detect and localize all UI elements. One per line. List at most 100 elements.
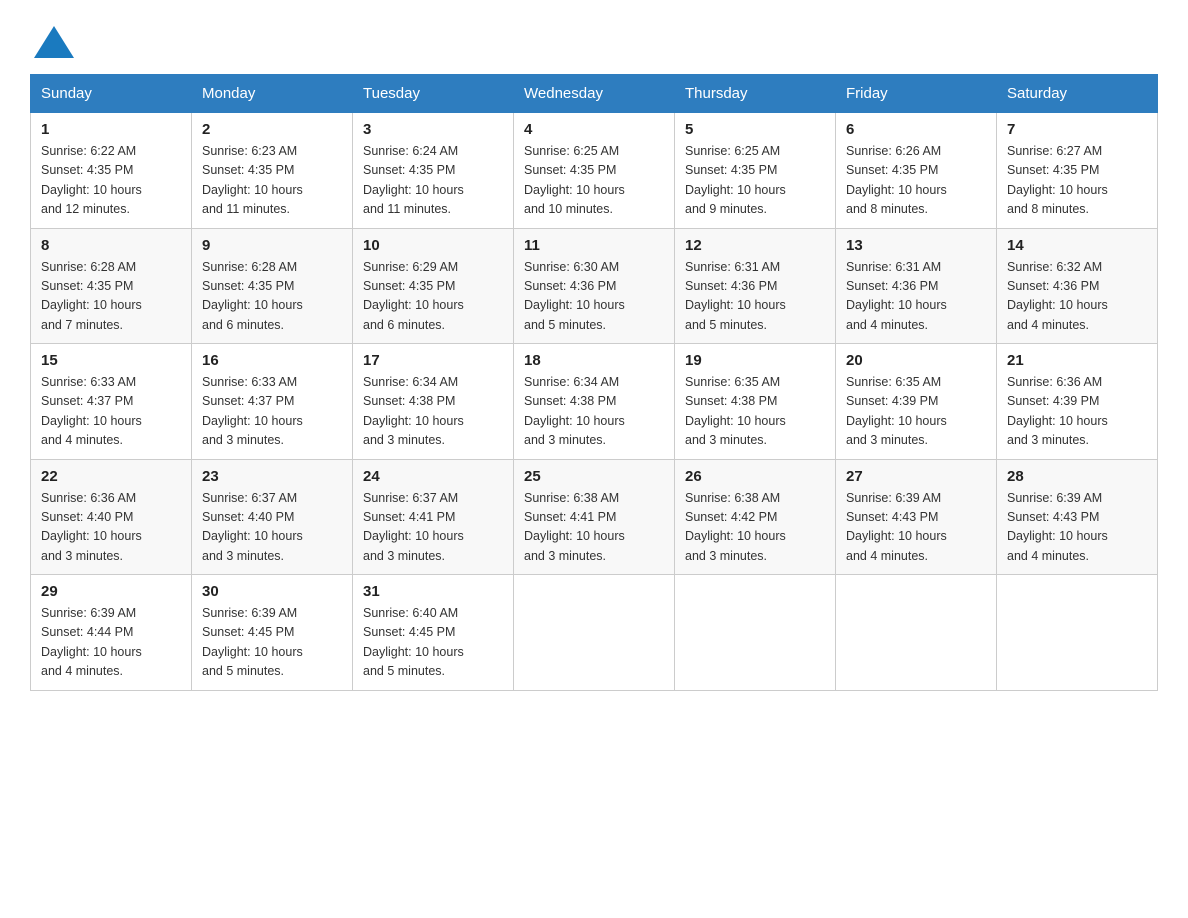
column-header-saturday: Saturday bbox=[997, 75, 1158, 113]
day-info: Sunrise: 6:38 AMSunset: 4:41 PMDaylight:… bbox=[524, 491, 625, 563]
calendar-cell: 28 Sunrise: 6:39 AMSunset: 4:43 PMDaylig… bbox=[997, 459, 1158, 575]
column-header-monday: Monday bbox=[192, 75, 353, 113]
day-number: 22 bbox=[41, 468, 181, 485]
calendar-cell: 1 Sunrise: 6:22 AMSunset: 4:35 PMDayligh… bbox=[31, 113, 192, 229]
day-number: 6 bbox=[846, 121, 986, 138]
day-info: Sunrise: 6:38 AMSunset: 4:42 PMDaylight:… bbox=[685, 491, 786, 563]
calendar-cell: 7 Sunrise: 6:27 AMSunset: 4:35 PMDayligh… bbox=[997, 113, 1158, 229]
day-info: Sunrise: 6:24 AMSunset: 4:35 PMDaylight:… bbox=[363, 144, 464, 216]
calendar-week-row: 1 Sunrise: 6:22 AMSunset: 4:35 PMDayligh… bbox=[31, 113, 1158, 229]
calendar-cell: 21 Sunrise: 6:36 AMSunset: 4:39 PMDaylig… bbox=[997, 344, 1158, 460]
day-info: Sunrise: 6:31 AMSunset: 4:36 PMDaylight:… bbox=[846, 260, 947, 332]
logo-triangle-icon bbox=[32, 24, 76, 60]
day-info: Sunrise: 6:36 AMSunset: 4:39 PMDaylight:… bbox=[1007, 375, 1108, 447]
calendar-cell: 6 Sunrise: 6:26 AMSunset: 4:35 PMDayligh… bbox=[836, 113, 997, 229]
calendar-cell: 13 Sunrise: 6:31 AMSunset: 4:36 PMDaylig… bbox=[836, 228, 997, 344]
calendar-cell: 2 Sunrise: 6:23 AMSunset: 4:35 PMDayligh… bbox=[192, 113, 353, 229]
calendar-cell: 26 Sunrise: 6:38 AMSunset: 4:42 PMDaylig… bbox=[675, 459, 836, 575]
calendar-cell: 10 Sunrise: 6:29 AMSunset: 4:35 PMDaylig… bbox=[353, 228, 514, 344]
day-info: Sunrise: 6:23 AMSunset: 4:35 PMDaylight:… bbox=[202, 144, 303, 216]
day-info: Sunrise: 6:27 AMSunset: 4:35 PMDaylight:… bbox=[1007, 144, 1108, 216]
day-info: Sunrise: 6:35 AMSunset: 4:38 PMDaylight:… bbox=[685, 375, 786, 447]
day-number: 9 bbox=[202, 237, 342, 254]
calendar-cell: 25 Sunrise: 6:38 AMSunset: 4:41 PMDaylig… bbox=[514, 459, 675, 575]
calendar-cell: 16 Sunrise: 6:33 AMSunset: 4:37 PMDaylig… bbox=[192, 344, 353, 460]
column-header-wednesday: Wednesday bbox=[514, 75, 675, 113]
calendar-week-row: 15 Sunrise: 6:33 AMSunset: 4:37 PMDaylig… bbox=[31, 344, 1158, 460]
calendar-cell: 27 Sunrise: 6:39 AMSunset: 4:43 PMDaylig… bbox=[836, 459, 997, 575]
calendar-week-row: 8 Sunrise: 6:28 AMSunset: 4:35 PMDayligh… bbox=[31, 228, 1158, 344]
calendar-table: SundayMondayTuesdayWednesdayThursdayFrid… bbox=[30, 74, 1158, 691]
calendar-week-row: 29 Sunrise: 6:39 AMSunset: 4:44 PMDaylig… bbox=[31, 575, 1158, 691]
day-info: Sunrise: 6:34 AMSunset: 4:38 PMDaylight:… bbox=[363, 375, 464, 447]
day-number: 30 bbox=[202, 583, 342, 600]
day-number: 7 bbox=[1007, 121, 1147, 138]
day-info: Sunrise: 6:35 AMSunset: 4:39 PMDaylight:… bbox=[846, 375, 947, 447]
calendar-cell: 29 Sunrise: 6:39 AMSunset: 4:44 PMDaylig… bbox=[31, 575, 192, 691]
calendar-cell: 22 Sunrise: 6:36 AMSunset: 4:40 PMDaylig… bbox=[31, 459, 192, 575]
calendar-cell: 4 Sunrise: 6:25 AMSunset: 4:35 PMDayligh… bbox=[514, 113, 675, 229]
day-number: 19 bbox=[685, 352, 825, 369]
day-info: Sunrise: 6:32 AMSunset: 4:36 PMDaylight:… bbox=[1007, 260, 1108, 332]
calendar-cell: 17 Sunrise: 6:34 AMSunset: 4:38 PMDaylig… bbox=[353, 344, 514, 460]
day-number: 27 bbox=[846, 468, 986, 485]
day-number: 14 bbox=[1007, 237, 1147, 254]
column-header-thursday: Thursday bbox=[675, 75, 836, 113]
day-number: 13 bbox=[846, 237, 986, 254]
day-number: 11 bbox=[524, 237, 664, 254]
day-info: Sunrise: 6:28 AMSunset: 4:35 PMDaylight:… bbox=[41, 260, 142, 332]
day-info: Sunrise: 6:33 AMSunset: 4:37 PMDaylight:… bbox=[202, 375, 303, 447]
day-info: Sunrise: 6:33 AMSunset: 4:37 PMDaylight:… bbox=[41, 375, 142, 447]
day-info: Sunrise: 6:39 AMSunset: 4:43 PMDaylight:… bbox=[1007, 491, 1108, 563]
calendar-cell: 5 Sunrise: 6:25 AMSunset: 4:35 PMDayligh… bbox=[675, 113, 836, 229]
day-info: Sunrise: 6:39 AMSunset: 4:44 PMDaylight:… bbox=[41, 606, 142, 678]
day-info: Sunrise: 6:28 AMSunset: 4:35 PMDaylight:… bbox=[202, 260, 303, 332]
calendar-cell: 20 Sunrise: 6:35 AMSunset: 4:39 PMDaylig… bbox=[836, 344, 997, 460]
logo-general-row bbox=[30, 24, 76, 60]
calendar-cell: 18 Sunrise: 6:34 AMSunset: 4:38 PMDaylig… bbox=[514, 344, 675, 460]
day-number: 21 bbox=[1007, 352, 1147, 369]
day-number: 24 bbox=[363, 468, 503, 485]
calendar-cell: 11 Sunrise: 6:30 AMSunset: 4:36 PMDaylig… bbox=[514, 228, 675, 344]
calendar-cell: 24 Sunrise: 6:37 AMSunset: 4:41 PMDaylig… bbox=[353, 459, 514, 575]
calendar-cell: 12 Sunrise: 6:31 AMSunset: 4:36 PMDaylig… bbox=[675, 228, 836, 344]
day-number: 23 bbox=[202, 468, 342, 485]
calendar-cell bbox=[997, 575, 1158, 691]
day-number: 5 bbox=[685, 121, 825, 138]
day-number: 31 bbox=[363, 583, 503, 600]
day-number: 18 bbox=[524, 352, 664, 369]
day-number: 8 bbox=[41, 237, 181, 254]
day-info: Sunrise: 6:22 AMSunset: 4:35 PMDaylight:… bbox=[41, 144, 142, 216]
day-info: Sunrise: 6:34 AMSunset: 4:38 PMDaylight:… bbox=[524, 375, 625, 447]
day-info: Sunrise: 6:36 AMSunset: 4:40 PMDaylight:… bbox=[41, 491, 142, 563]
day-number: 2 bbox=[202, 121, 342, 138]
calendar-cell: 9 Sunrise: 6:28 AMSunset: 4:35 PMDayligh… bbox=[192, 228, 353, 344]
day-number: 3 bbox=[363, 121, 503, 138]
column-header-tuesday: Tuesday bbox=[353, 75, 514, 113]
calendar-cell: 3 Sunrise: 6:24 AMSunset: 4:35 PMDayligh… bbox=[353, 113, 514, 229]
day-info: Sunrise: 6:31 AMSunset: 4:36 PMDaylight:… bbox=[685, 260, 786, 332]
day-number: 17 bbox=[363, 352, 503, 369]
calendar-cell bbox=[514, 575, 675, 691]
day-info: Sunrise: 6:30 AMSunset: 4:36 PMDaylight:… bbox=[524, 260, 625, 332]
calendar-cell: 15 Sunrise: 6:33 AMSunset: 4:37 PMDaylig… bbox=[31, 344, 192, 460]
day-info: Sunrise: 6:29 AMSunset: 4:35 PMDaylight:… bbox=[363, 260, 464, 332]
calendar-cell: 8 Sunrise: 6:28 AMSunset: 4:35 PMDayligh… bbox=[31, 228, 192, 344]
day-number: 26 bbox=[685, 468, 825, 485]
calendar-cell bbox=[675, 575, 836, 691]
calendar-cell: 23 Sunrise: 6:37 AMSunset: 4:40 PMDaylig… bbox=[192, 459, 353, 575]
day-info: Sunrise: 6:39 AMSunset: 4:43 PMDaylight:… bbox=[846, 491, 947, 563]
column-header-friday: Friday bbox=[836, 75, 997, 113]
column-header-sunday: Sunday bbox=[31, 75, 192, 113]
day-number: 4 bbox=[524, 121, 664, 138]
calendar-cell: 14 Sunrise: 6:32 AMSunset: 4:36 PMDaylig… bbox=[997, 228, 1158, 344]
day-number: 25 bbox=[524, 468, 664, 485]
day-info: Sunrise: 6:26 AMSunset: 4:35 PMDaylight:… bbox=[846, 144, 947, 216]
logo bbox=[30, 24, 76, 56]
day-info: Sunrise: 6:25 AMSunset: 4:35 PMDaylight:… bbox=[685, 144, 786, 216]
day-number: 16 bbox=[202, 352, 342, 369]
day-info: Sunrise: 6:39 AMSunset: 4:45 PMDaylight:… bbox=[202, 606, 303, 678]
day-info: Sunrise: 6:25 AMSunset: 4:35 PMDaylight:… bbox=[524, 144, 625, 216]
day-info: Sunrise: 6:37 AMSunset: 4:40 PMDaylight:… bbox=[202, 491, 303, 563]
calendar-cell: 30 Sunrise: 6:39 AMSunset: 4:45 PMDaylig… bbox=[192, 575, 353, 691]
